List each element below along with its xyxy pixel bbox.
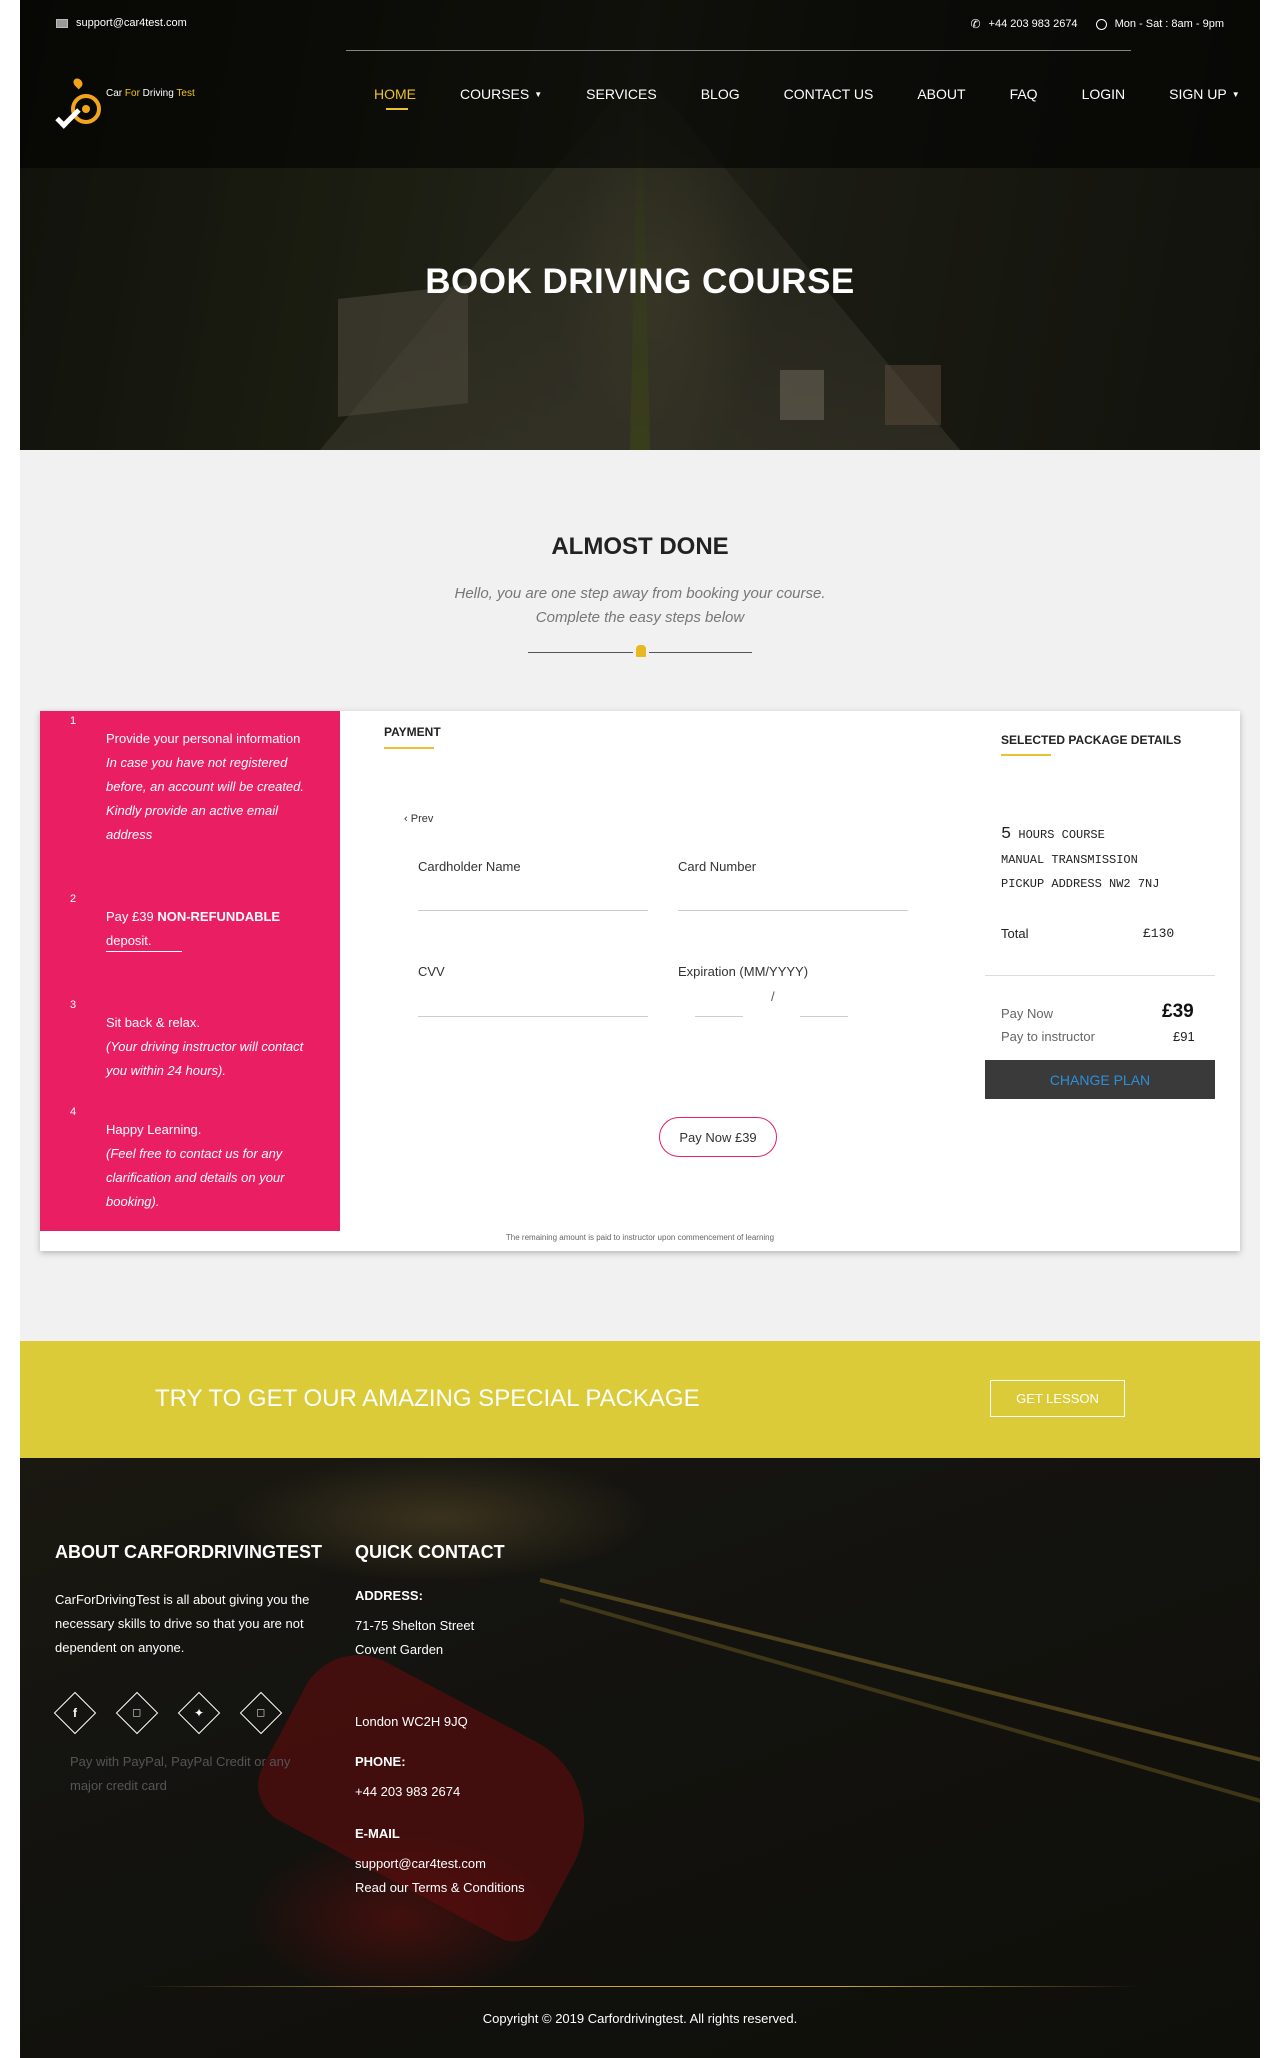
page-title: BOOK DRIVING COURSE bbox=[425, 262, 855, 301]
location-pin-icon bbox=[71, 76, 85, 90]
step-text: Provide your personal information bbox=[106, 731, 301, 746]
linkedin-icon[interactable]: □ bbox=[239, 1691, 283, 1735]
promo-text: TRY TO GET OUR AMAZING SPECIAL PACKAGE bbox=[155, 1385, 700, 1412]
cardholder-name-label: Cardholder Name bbox=[418, 859, 521, 874]
phone-label: PHONE: bbox=[355, 1754, 406, 1769]
phone-icon: ✆ bbox=[970, 17, 981, 31]
expiration-month-input[interactable] bbox=[695, 1016, 743, 1017]
clock-icon bbox=[1095, 18, 1107, 30]
step-note: In case you have not registered before, … bbox=[106, 755, 305, 842]
expiration-year-input[interactable] bbox=[800, 1016, 848, 1017]
header-divider bbox=[346, 50, 1131, 51]
twitter-icon[interactable]: ✦ bbox=[177, 1691, 221, 1735]
section-subtitle-line2: Complete the easy steps below bbox=[535, 609, 745, 626]
package-separator bbox=[985, 975, 1215, 976]
expiration-separator: / bbox=[771, 989, 775, 1004]
header-email[interactable]: support@car4test.com bbox=[56, 17, 187, 29]
package-title: SELECTED PACKAGE DETAILS bbox=[1001, 733, 1182, 747]
section-title: ALMOST DONE bbox=[551, 533, 729, 560]
cvv-label: CVV bbox=[418, 964, 445, 979]
step-number: 3 bbox=[70, 999, 77, 1011]
page: support@car4test.com ✆ +44 203 983 2674 … bbox=[20, 0, 1260, 2058]
copyright: Copyright © 2019 Carfordrivingtest. All … bbox=[482, 2011, 798, 2026]
social-links: f □ ✦ □ bbox=[53, 1691, 283, 1735]
header-phone-text[interactable]: +44 203 983 2674 bbox=[989, 18, 1078, 30]
hero-banner: support@car4test.com ✆ +44 203 983 2674 … bbox=[20, 0, 1260, 450]
nav-about[interactable]: ABOUT bbox=[917, 86, 965, 102]
pay-now-label: Pay Now bbox=[1001, 1006, 1054, 1021]
terms-link[interactable]: Read our Terms & Conditions bbox=[355, 1876, 525, 1900]
package-hours: 5 HOURS COURSE bbox=[1001, 825, 1105, 844]
nav-blog[interactable]: BLOG bbox=[701, 86, 740, 102]
paypal-image[interactable]: Pay with PayPal, PayPal Credit or any ma… bbox=[70, 1750, 310, 1798]
chevron-down-icon: ▼ bbox=[534, 89, 543, 99]
mail-icon bbox=[56, 18, 68, 28]
nav-services[interactable]: SERVICES bbox=[586, 86, 657, 102]
step-note: (Feel free to contact us for any clarifi… bbox=[106, 1146, 285, 1209]
step-text: Happy Learning. bbox=[106, 1122, 202, 1137]
card-number-label: Card Number bbox=[678, 859, 757, 874]
footer-about-text: CarForDrivingTest is all about giving yo… bbox=[55, 1592, 310, 1655]
address-line2: Covent Garden bbox=[355, 1642, 444, 1657]
package-pickup: PICKUP ADDRESS NW2 7NJ bbox=[1001, 877, 1160, 891]
header-hours-text: Mon - Sat : 8am - 9pm bbox=[1114, 18, 1224, 30]
facebook-icon[interactable]: f bbox=[53, 1691, 97, 1735]
chevron-down-icon: ▼ bbox=[1231, 89, 1240, 99]
footer-divider bbox=[140, 1986, 1140, 1987]
nav-sign-up[interactable]: SIGN UP ▼ bbox=[1169, 86, 1240, 102]
pay-instructor-label: Pay to instructor bbox=[1001, 1029, 1095, 1044]
address-label: ADDRESS: bbox=[355, 1588, 423, 1603]
nav-faq[interactable]: FAQ bbox=[1010, 86, 1038, 102]
pay-instructor-value: £91 bbox=[1173, 1029, 1195, 1044]
pay-now-button[interactable]: Pay Now £39 bbox=[659, 1117, 777, 1157]
payment-title-underline bbox=[384, 747, 434, 749]
address-line1: 71-75 Shelton Street bbox=[355, 1618, 475, 1633]
step-number: 1 bbox=[70, 715, 77, 727]
nav-home[interactable]: HOME bbox=[374, 86, 416, 110]
header: support@car4test.com ✆ +44 203 983 2674 … bbox=[20, 0, 1260, 168]
cvv-input[interactable] bbox=[418, 1016, 648, 1017]
footer-email[interactable]: support@car4test.com bbox=[355, 1852, 486, 1876]
footer-phone[interactable]: +44 203 983 2674 bbox=[355, 1780, 460, 1804]
instagram-icon[interactable]: □ bbox=[115, 1691, 159, 1735]
nav-login[interactable]: LOGIN bbox=[1082, 86, 1126, 102]
change-plan-button[interactable]: CHANGE PLAN bbox=[985, 1060, 1215, 1099]
total-label: Total bbox=[1001, 926, 1029, 941]
package-title-underline bbox=[1001, 754, 1051, 756]
site-logo[interactable]: Car For Driving Test bbox=[54, 76, 214, 146]
footer-contact-title: QUICK CONTACT bbox=[355, 1542, 505, 1562]
booking-card: 1 Provide your personal information In c… bbox=[40, 711, 1240, 1251]
step-text: Pay £39 NON-REFUNDABLE deposit. bbox=[106, 909, 281, 948]
prev-link[interactable]: ‹ Prev bbox=[404, 813, 433, 825]
promo-banner: TRY TO GET OUR AMAZING SPECIAL PACKAGE G… bbox=[20, 1341, 1260, 1458]
logo-text: Car For Driving Test bbox=[106, 88, 195, 99]
step-text: Sit back & relax. bbox=[106, 1015, 200, 1030]
card-number-input[interactable] bbox=[678, 910, 908, 911]
chevron-left-icon: ‹ bbox=[404, 813, 411, 825]
main-nav: HOME COURSES ▼ SERVICES BLOG CONTACT US A… bbox=[374, 86, 1240, 110]
email-label: E-MAIL bbox=[355, 1826, 400, 1841]
header-contact-info: ✆ +44 203 983 2674 Mon - Sat : 8am - 9pm bbox=[970, 17, 1224, 31]
cardholder-name-input[interactable] bbox=[418, 910, 648, 911]
payment-footnote: The remaining amount is paid to instruct… bbox=[505, 1233, 775, 1242]
get-lesson-button[interactable]: GET LESSON bbox=[990, 1380, 1125, 1417]
step-number: 4 bbox=[70, 1106, 77, 1118]
package-transmission: MANUAL TRANSMISSION bbox=[1001, 853, 1138, 867]
driver-icon bbox=[633, 642, 649, 660]
pay-now-value: £39 bbox=[1162, 1001, 1194, 1022]
header-email-text: support@car4test.com bbox=[76, 17, 187, 29]
steps-panel: 1 Provide your personal information In c… bbox=[40, 711, 340, 1231]
address-line3: London WC2H 9JQ bbox=[355, 1714, 468, 1729]
payment-title: PAYMENT bbox=[384, 725, 441, 739]
footer-about-title: ABOUT CARFORDRIVINGTEST bbox=[55, 1542, 322, 1562]
step-note: (Your driving instructor will contact yo… bbox=[106, 1039, 304, 1078]
footer: ABOUT CARFORDRIVINGTEST CarForDrivingTes… bbox=[20, 1458, 1260, 2058]
step-number: 2 bbox=[70, 893, 77, 905]
expiration-label: Expiration (MM/YYYY) bbox=[678, 964, 809, 979]
total-value: £130 bbox=[1143, 926, 1175, 941]
nav-contact-us[interactable]: CONTACT US bbox=[784, 86, 874, 102]
nav-courses[interactable]: COURSES ▼ bbox=[460, 86, 542, 102]
section-subtitle-line1: Hello, you are one step away from bookin… bbox=[454, 585, 826, 602]
